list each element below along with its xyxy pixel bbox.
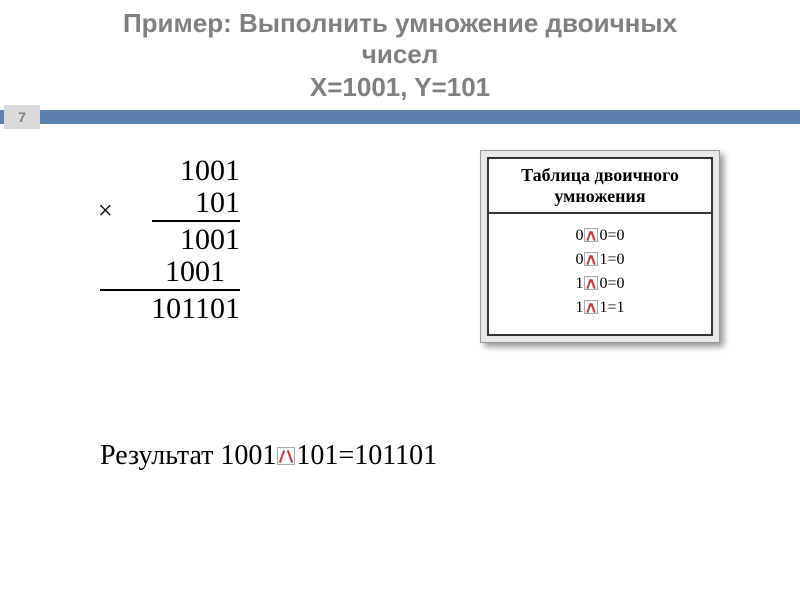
equals-sign: = bbox=[338, 440, 354, 471]
multiply-icon: × bbox=[98, 197, 113, 224]
result-label: Результат bbox=[100, 440, 213, 471]
page-number: 7 bbox=[4, 105, 40, 129]
broken-image-icon bbox=[584, 228, 598, 242]
slide-title: Пример: Выполнить умножение двоичных чис… bbox=[0, 0, 800, 104]
title-line-3: X=1001, Y=101 bbox=[0, 72, 800, 103]
header-bar bbox=[0, 110, 800, 124]
multiplication-table-panel: Таблица двоичного умножения 00=0 01=0 10… bbox=[480, 150, 720, 343]
result-line: Результат 1001 101=101101 bbox=[100, 440, 437, 472]
multiplier: 101 bbox=[100, 187, 240, 219]
broken-image-icon bbox=[277, 447, 295, 465]
result-rhs: 101 bbox=[296, 440, 338, 471]
title-line-2: чисел bbox=[0, 39, 800, 70]
title-line-1: Пример: Выполнить умножение двоичных bbox=[0, 8, 800, 39]
multiplication-table: Таблица двоичного умножения 00=0 01=0 10… bbox=[487, 157, 713, 336]
result-value: 101101 bbox=[354, 440, 437, 471]
title-prefix: Пример bbox=[123, 8, 223, 38]
table-header-line-2: умножения bbox=[554, 186, 645, 206]
table-row: 10=0 bbox=[493, 272, 707, 296]
rule-1 bbox=[152, 220, 240, 222]
partial-2: 1001 bbox=[100, 256, 240, 288]
multiplicand: 1001 bbox=[100, 155, 240, 187]
table-header-line-1: Таблица двоичного bbox=[521, 165, 679, 185]
table-row: 01=0 bbox=[493, 248, 707, 272]
title-rest: : Выполнить умножение двоичных bbox=[223, 8, 677, 38]
broken-image-icon bbox=[584, 252, 598, 266]
product: 101101 bbox=[100, 293, 240, 325]
broken-image-icon bbox=[584, 300, 598, 314]
table-header: Таблица двоичного умножения bbox=[489, 159, 711, 214]
table-row: 11=1 bbox=[493, 296, 707, 320]
partial-1: 1001 bbox=[100, 224, 240, 256]
long-multiplication: × 1001 101 1001 1001 101101 bbox=[100, 155, 240, 325]
table-body: 00=0 01=0 10=0 11=1 bbox=[489, 214, 711, 334]
result-lhs: 1001 bbox=[220, 440, 276, 471]
rule-2 bbox=[100, 289, 240, 291]
table-row: 00=0 bbox=[493, 224, 707, 248]
broken-image-icon bbox=[584, 276, 598, 290]
